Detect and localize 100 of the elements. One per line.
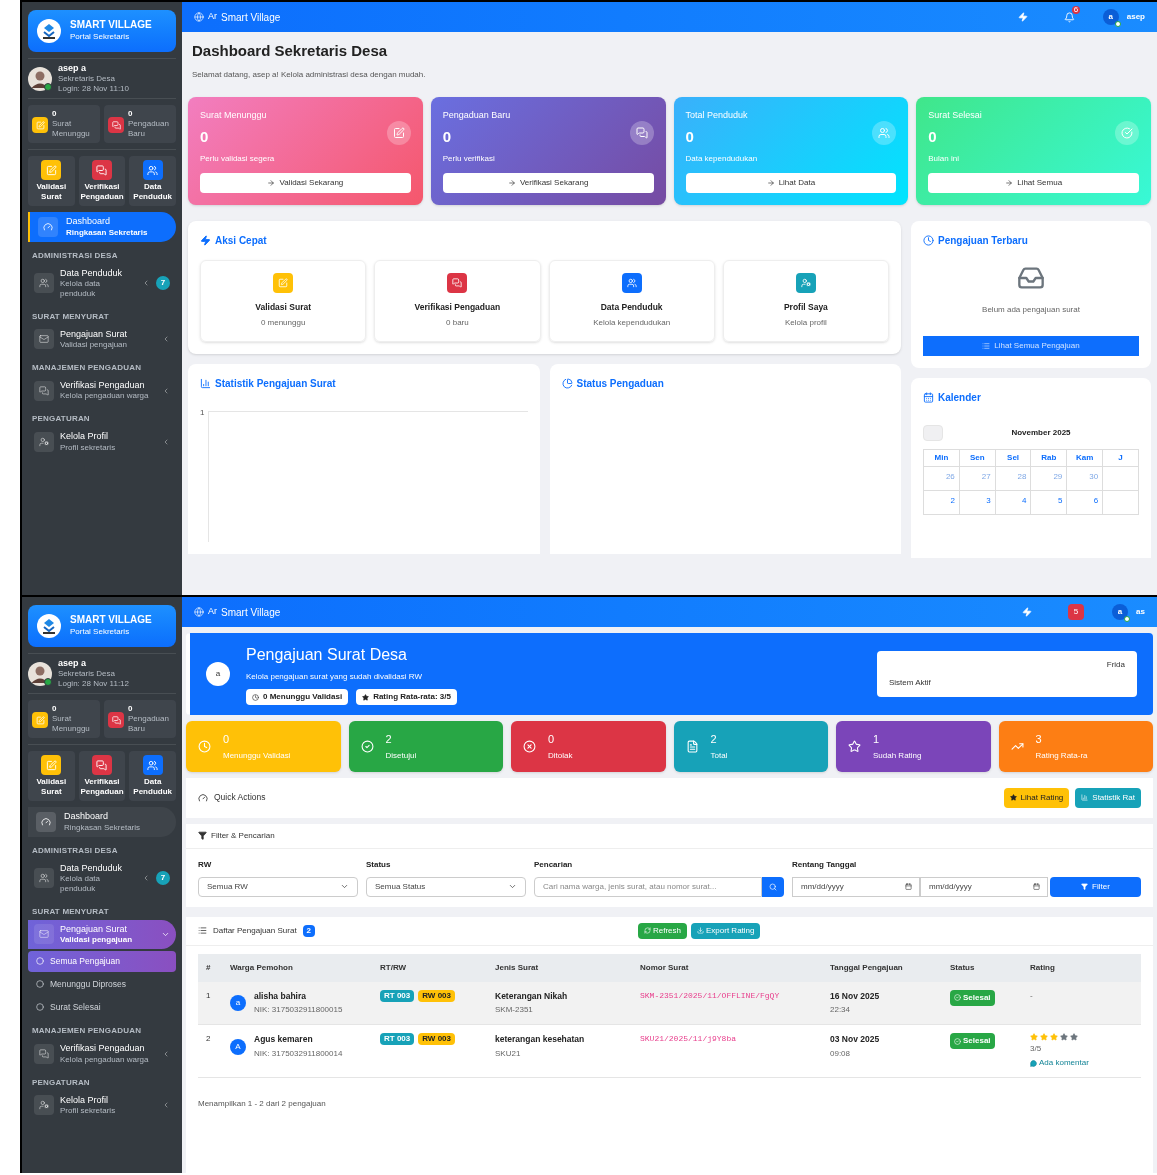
day-cell[interactable]: 2 xyxy=(924,490,960,515)
star-icon xyxy=(1060,1033,1068,1042)
action-button[interactable]: Validasi Sekarang xyxy=(200,172,411,193)
weekday-label: Sel xyxy=(995,449,1032,467)
bolt-icon[interactable] xyxy=(1021,607,1032,617)
day-cell[interactable]: 6 xyxy=(1067,490,1104,515)
filter-button[interactable]: Filter xyxy=(1050,876,1141,897)
subnav-item[interactable]: Menunggu Diproses xyxy=(28,973,176,995)
stat-value: 2 xyxy=(710,732,718,747)
action-button[interactable]: Lihat Data xyxy=(685,172,897,193)
bolt-icon[interactable] xyxy=(1017,12,1028,22)
nav-item[interactable]: Kelola Profil Profil sekretaris xyxy=(28,427,176,457)
gauge-icon xyxy=(43,221,53,232)
stat-label: Sudah Rating xyxy=(873,749,922,762)
action-button[interactable]: Lihat Semua xyxy=(928,172,1139,193)
app-name[interactable]: Smart Village xyxy=(221,604,281,620)
weekday-label: Sen xyxy=(959,449,996,467)
nav-item[interactable]: Pengajuan Surat Validasi pengajuan xyxy=(28,919,176,949)
day-cell[interactable]: 3 xyxy=(959,490,996,515)
shortcut-tile[interactable]: Validasi Surat xyxy=(28,751,75,802)
stat-value: 0 xyxy=(442,127,453,147)
applicant-name: alisha bahira xyxy=(254,989,307,1003)
stat-value: 2 xyxy=(385,732,393,747)
weekday-label: J xyxy=(1103,449,1139,467)
nav-item[interactable]: Pengajuan Surat Validasi pengajuan xyxy=(28,324,176,354)
date-field[interactable]: mm/dd/yyyy xyxy=(792,876,920,897)
nik-text: NIK: 3175032911800014 xyxy=(254,1048,343,1060)
select-field[interactable]: Semua RW xyxy=(198,876,358,897)
search-field[interactable]: Cari nama warga, jenis surat, atau nomor surat... xyxy=(534,876,762,897)
subnav-item[interactable]: Surat Selesai xyxy=(28,996,176,1018)
search-icon xyxy=(769,882,777,891)
app-name[interactable]: Smart Village xyxy=(221,9,281,25)
quick-action-button[interactable]: Lihat Rating xyxy=(1003,787,1070,808)
column-header: Tanggal Pengajuan xyxy=(830,961,904,974)
mini-stat-value: 0 xyxy=(128,109,134,120)
stat-value: 0 xyxy=(200,127,210,147)
rt-tag: RT 003 xyxy=(380,1033,415,1046)
shortcut-tile[interactable]: Data Penduduk xyxy=(129,156,176,207)
action-button[interactable]: Verifikasi Sekarang xyxy=(442,172,654,193)
nav-item[interactable]: Kelola Profil Profil sekretaris xyxy=(28,1090,176,1120)
day-cell[interactable]: 4 xyxy=(995,490,1032,515)
column-header: Rating xyxy=(1030,961,1056,974)
row-number: 2 xyxy=(206,1033,212,1046)
shortcut-tile[interactable]: Verifikasi Pengaduan xyxy=(78,751,126,802)
nav-item[interactable]: Verifikasi Pengaduan Kelola pengaduan warga xyxy=(28,1039,176,1069)
nav-icon xyxy=(39,873,49,884)
quick-action-tile[interactable]: Data Penduduk Kelola kependudukan xyxy=(548,259,715,343)
user-avatar[interactable]: a xyxy=(1112,604,1129,620)
nav-item[interactable]: Dashboard Ringkasan Sekretaris xyxy=(28,212,176,242)
nav-item[interactable]: Dashboard Ringkasan Sekretaris xyxy=(28,807,176,837)
chevron-left-icon xyxy=(162,437,170,446)
mini-stat-value: 0 xyxy=(128,704,134,715)
chevron-left-icon xyxy=(162,1049,170,1058)
view-all-button[interactable]: Lihat Semua Pengajuan xyxy=(923,335,1139,356)
user-avatar[interactable]: a xyxy=(1102,9,1119,25)
shortcut-tile[interactable]: Validasi Surat xyxy=(28,156,75,207)
select-field[interactable]: Semua Status xyxy=(366,876,526,897)
quick-action-tile[interactable]: Validasi Surat 0 menunggu xyxy=(200,259,367,343)
check-icon xyxy=(954,1037,961,1045)
arrow-right-icon xyxy=(766,178,775,187)
field-label: Pencarian xyxy=(534,858,574,871)
nav-item[interactable]: Verifikasi Pengaduan Kelola pengaduan warga xyxy=(28,376,176,406)
filter-icon xyxy=(1081,883,1089,890)
tile-icon xyxy=(800,277,811,288)
arrow-right-icon xyxy=(1005,178,1014,187)
section-heading: SURAT MENYURAT xyxy=(31,905,110,918)
star-icon xyxy=(1009,794,1017,801)
pie-chart-icon xyxy=(561,378,573,390)
clock-icon xyxy=(923,234,934,246)
tile-icon xyxy=(96,164,108,176)
quick-action-tile[interactable]: Verifikasi Pengaduan 0 baru xyxy=(374,259,541,343)
stat-label: Menunggu Validasi xyxy=(223,749,291,762)
submission-time: 09:08 xyxy=(830,1048,852,1060)
quick-action-tile[interactable]: Profil Saya Kelola profil xyxy=(722,259,889,343)
user-avatar: a xyxy=(230,994,246,1011)
section-heading: MANAJEMEN PENGADUAN xyxy=(31,362,143,374)
stat-value: 3 xyxy=(1035,732,1043,747)
nav-item[interactable]: Data Penduduk Kelola data penduduk 7 xyxy=(28,858,176,898)
village-logo-icon xyxy=(36,18,62,44)
nav-item[interactable]: Data Penduduk Kelola data penduduk 7 xyxy=(28,263,176,303)
star-icon xyxy=(1050,1033,1058,1042)
shortcut-tile[interactable]: Verifikasi Pengaduan xyxy=(78,156,126,207)
column-header: # xyxy=(206,961,212,974)
bell-icon[interactable] xyxy=(1063,11,1075,23)
stat-note: Data kependudukan xyxy=(685,152,759,165)
stat-icon xyxy=(878,126,891,139)
section-heading: SURAT MENYURAT xyxy=(31,310,110,323)
search-button[interactable] xyxy=(762,876,784,897)
shortcut-tile[interactable]: Data Penduduk xyxy=(129,751,176,802)
mini-stat-label: Surat Menunggu xyxy=(52,714,91,735)
stat-icon xyxy=(111,120,121,130)
circle-icon xyxy=(36,980,44,989)
subnav-item[interactable]: Semua Pengajuan xyxy=(28,951,176,972)
comment-link[interactable]: Ada komentar xyxy=(1030,1057,1133,1070)
notification-badge[interactable]: 5 xyxy=(1067,604,1085,620)
day-cell[interactable]: 5 xyxy=(1031,490,1068,515)
brand-subtitle: Portal Sekretaris xyxy=(70,31,131,44)
stat-label: Pengaduan Baru xyxy=(442,108,512,122)
date-field[interactable]: mm/dd/yyyy xyxy=(920,876,1048,897)
globe-icon xyxy=(194,12,204,22)
